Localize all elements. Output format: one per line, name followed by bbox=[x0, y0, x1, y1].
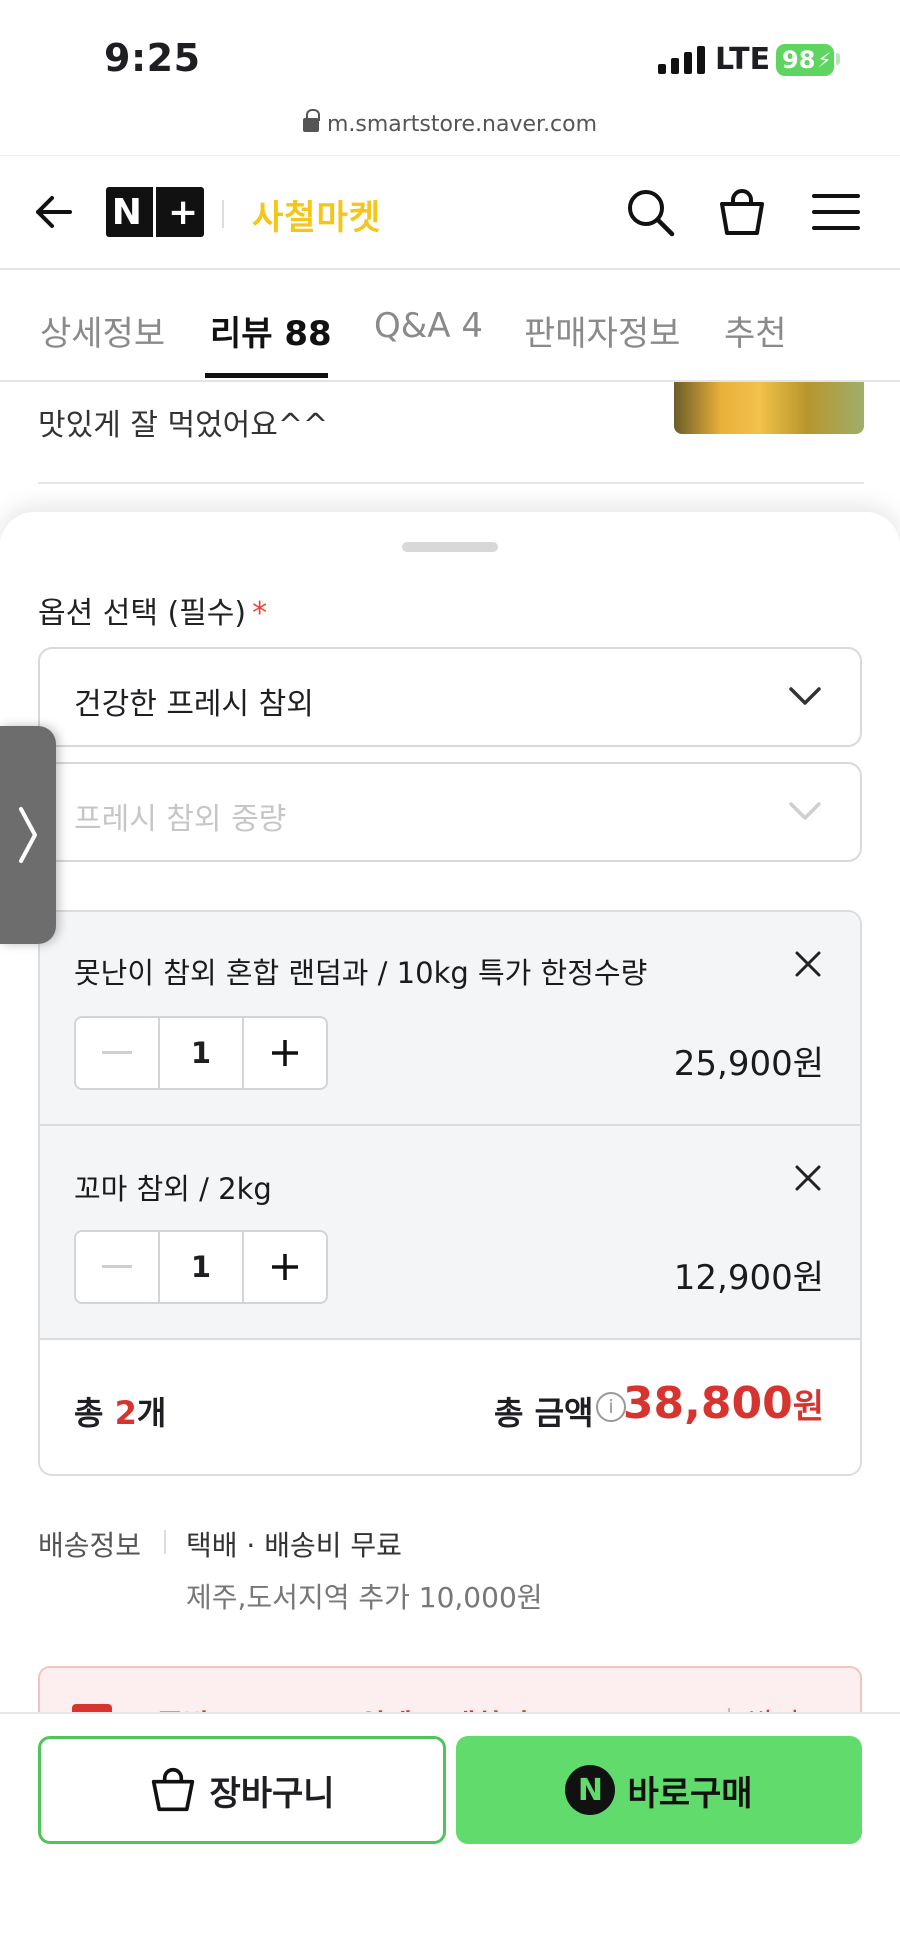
active-tab-indicator bbox=[205, 373, 328, 378]
battery-level: 98 bbox=[782, 46, 816, 74]
sheet-drag-handle[interactable] bbox=[402, 542, 498, 552]
header-divider bbox=[222, 200, 224, 228]
chevron-right-icon bbox=[19, 807, 37, 863]
naver-pay-icon: N bbox=[565, 1765, 616, 1815]
tab-reviews[interactable]: 리뷰 88 bbox=[210, 306, 332, 355]
tab-qna[interactable]: Q&A 4 bbox=[374, 306, 483, 346]
review-divider bbox=[38, 482, 864, 484]
battery-indicator: 98 ⚡ bbox=[776, 44, 834, 76]
info-icon[interactable]: i bbox=[596, 1392, 626, 1422]
close-icon[interactable] bbox=[794, 1164, 822, 1192]
shopping-bag-icon[interactable] bbox=[716, 186, 768, 238]
menu-icon[interactable] bbox=[810, 186, 862, 238]
charging-icon: ⚡ bbox=[817, 48, 832, 72]
shopping-bag-icon bbox=[152, 1768, 195, 1812]
chevron-down-icon bbox=[789, 802, 821, 820]
decrease-button[interactable] bbox=[76, 1018, 158, 1088]
shop-name[interactable]: 사철마켓 bbox=[252, 190, 381, 239]
total-amount: 38,800원 bbox=[622, 1378, 824, 1429]
close-icon[interactable] bbox=[794, 950, 822, 978]
plus-icon bbox=[272, 1254, 298, 1280]
shipping-value: 택배 · 배송비 무료 bbox=[186, 1529, 402, 1562]
required-mark: * bbox=[252, 596, 268, 631]
review-text: 맛있게 잘 먹었어요^^ bbox=[38, 408, 329, 443]
quantity-stepper: 1 bbox=[74, 1230, 328, 1304]
tab-details[interactable]: 상세정보 bbox=[40, 306, 165, 355]
minus-icon bbox=[102, 1265, 132, 1268]
store-header: N + 사철마켓 bbox=[0, 155, 900, 270]
shipping-label: 배송정보 bbox=[38, 1529, 142, 1562]
minus-icon bbox=[102, 1051, 132, 1054]
item-price: 12,900원 bbox=[673, 1258, 824, 1298]
selected-items-box: 못난이 참외 혼합 랜덤과 / 10kg 특가 한정수량 1 25,900원 꼬… bbox=[38, 910, 862, 1476]
search-icon[interactable] bbox=[624, 186, 676, 238]
cart-label: 장바구니 bbox=[209, 1773, 335, 1814]
quantity-stepper: 1 bbox=[74, 1016, 328, 1090]
address-bar[interactable]: m.smartstore.naver.com bbox=[0, 109, 900, 137]
total-summary: 총 2개 총 금액 i 38,800원 bbox=[40, 1340, 860, 1474]
option-title: 옵션 선택 (필수) * bbox=[38, 596, 268, 631]
battery-tip bbox=[836, 53, 840, 65]
decrease-button[interactable] bbox=[76, 1232, 158, 1302]
quantity-value[interactable]: 1 bbox=[158, 1018, 244, 1088]
item-name: 꼬마 참외 / 2kg bbox=[74, 1172, 272, 1206]
url-text: m.smartstore.naver.com bbox=[326, 112, 598, 137]
product-tabs: 상세정보 리뷰 88 Q&A 4 판매자정보 추천 bbox=[0, 272, 900, 382]
selected-item: 꼬마 참외 / 2kg 1 12,900원 bbox=[40, 1126, 860, 1338]
review-photo[interactable] bbox=[674, 382, 864, 434]
status-time: 9:25 bbox=[104, 36, 201, 80]
tab-recommend[interactable]: 추천 bbox=[724, 306, 787, 355]
option-select-weight[interactable]: 프레시 참외 중량 bbox=[38, 762, 862, 862]
naver-plus-logo[interactable]: N + bbox=[106, 187, 204, 237]
plus-icon bbox=[272, 1040, 298, 1066]
item-price: 25,900원 bbox=[673, 1044, 824, 1084]
buy-now-button[interactable]: N 바로구매 bbox=[456, 1736, 862, 1844]
increase-button[interactable] bbox=[244, 1232, 326, 1302]
add-to-cart-button[interactable]: 장바구니 bbox=[38, 1736, 446, 1844]
signal-icon bbox=[658, 46, 705, 74]
option-select-placeholder: 프레시 참외 중량 bbox=[74, 802, 287, 837]
quantity-value[interactable]: 1 bbox=[158, 1232, 244, 1302]
side-drawer-handle[interactable] bbox=[0, 726, 56, 944]
option-select-product[interactable]: 건강한 프레시 참외 bbox=[38, 647, 862, 747]
chevron-down-icon bbox=[789, 687, 821, 705]
increase-button[interactable] bbox=[244, 1018, 326, 1088]
option-select-value: 건강한 프레시 참외 bbox=[74, 687, 314, 722]
buy-label: 바로구매 bbox=[627, 1773, 753, 1814]
shipping-extra: 제주,도서지역 추가 10,000원 bbox=[186, 1581, 543, 1614]
shipping-divider bbox=[164, 1530, 166, 1554]
tab-seller-info[interactable]: 판매자정보 bbox=[524, 306, 680, 355]
item-name: 못난이 참외 혼합 랜덤과 / 10kg 특가 한정수량 bbox=[74, 956, 648, 990]
bottom-action-bar: 장바구니 N 바로구매 bbox=[0, 1712, 900, 1947]
total-label: 총 금액 bbox=[494, 1394, 594, 1432]
network-type: LTE bbox=[715, 42, 771, 77]
back-arrow-icon[interactable] bbox=[32, 190, 76, 234]
selected-item: 못난이 참외 혼합 랜덤과 / 10kg 특가 한정수량 1 25,900원 bbox=[40, 912, 860, 1124]
lock-icon bbox=[302, 109, 320, 132]
total-count: 총 2개 bbox=[74, 1394, 167, 1432]
status-bar: 9:25 LTE 98 ⚡ bbox=[0, 0, 900, 110]
